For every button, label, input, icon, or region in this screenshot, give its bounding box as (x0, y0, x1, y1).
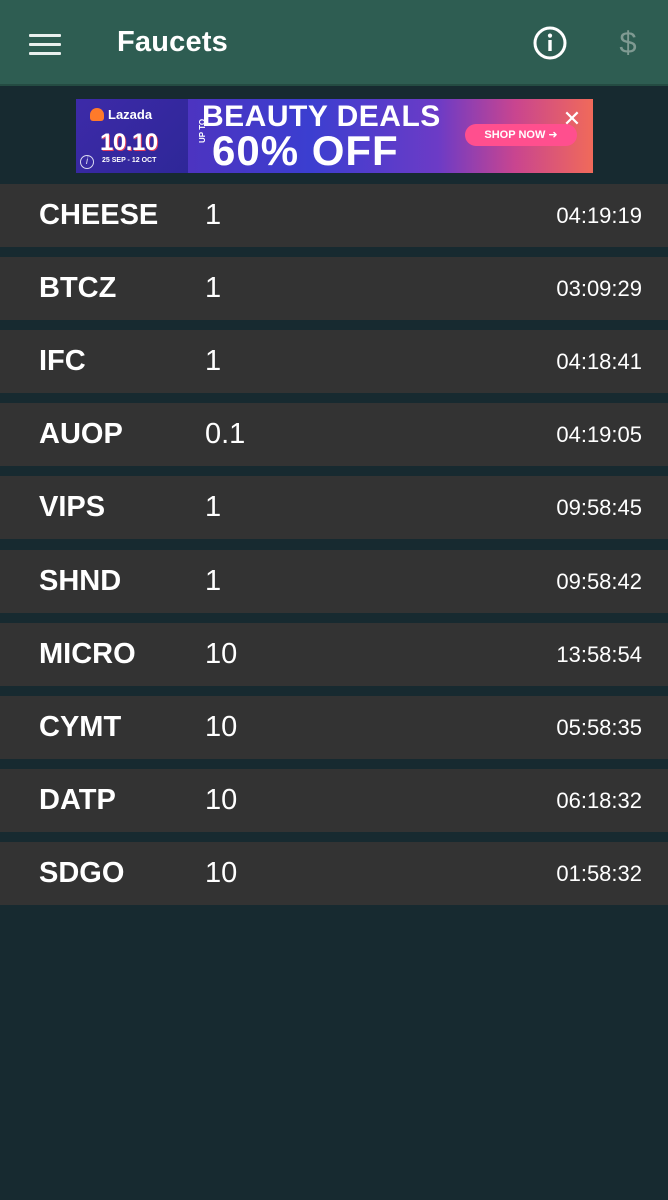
faucet-symbol: MICRO (39, 638, 136, 670)
faucet-timer: 05:58:35 (556, 715, 642, 740)
faucet-symbol: IFC (39, 345, 86, 377)
page-title: Faucets (117, 26, 228, 58)
faucet-timer: 13:58:54 (556, 642, 642, 667)
ad-event-date: 10.10 (100, 129, 158, 156)
faucet-row[interactable]: BTCZ 1 03:09:29 (0, 257, 668, 320)
ad-info-icon[interactable]: i (80, 155, 94, 169)
faucet-amount: 0.1 (205, 418, 246, 450)
menu-line (29, 33, 61, 37)
ad-close-icon[interactable]: ✕ (562, 108, 582, 130)
ad-banner[interactable]: Lazada 10.10 25 SEP - 12 OCT i BEAUTY DE… (76, 99, 593, 173)
ad-up-to: UP TO (198, 118, 207, 143)
faucet-symbol: DATP (39, 784, 116, 816)
faucet-amount: 10 (205, 857, 238, 889)
faucet-amount: 1 (205, 272, 222, 304)
faucet-symbol: VIPS (39, 491, 106, 523)
faucet-timer: 09:58:42 (556, 569, 642, 594)
ad-brand-logo: Lazada (90, 107, 152, 122)
faucet-amount: 10 (205, 711, 238, 743)
faucet-amount: 1 (205, 345, 222, 377)
dollar-icon[interactable]: $ (608, 22, 648, 64)
info-icon[interactable] (530, 23, 570, 63)
faucet-row[interactable]: AUOP 0.1 04:19:05 (0, 403, 668, 466)
faucet-symbol: CYMT (39, 711, 122, 743)
faucet-amount: 1 (205, 565, 222, 597)
faucet-row[interactable]: CHEESE 1 04:19:19 (0, 184, 668, 247)
faucet-timer: 04:19:05 (556, 422, 642, 447)
faucet-row[interactable]: IFC 1 04:18:41 (0, 330, 668, 393)
faucet-timer: 09:58:45 (556, 495, 642, 520)
faucet-symbol: CHEESE (39, 199, 159, 231)
faucet-amount: 1 (205, 491, 222, 523)
ad-date-range: 25 SEP - 12 OCT (102, 157, 157, 164)
faucets-screen: Faucets $ Lazada 10.10 25 SEP - 12 OCT i… (0, 0, 668, 1200)
faucet-row[interactable]: VIPS 1 09:58:45 (0, 476, 668, 539)
faucet-timer: 01:58:32 (556, 861, 642, 886)
faucet-amount: 10 (205, 784, 238, 816)
faucet-timer: 04:18:41 (556, 349, 642, 374)
hamburger-menu-icon[interactable] (22, 24, 68, 64)
lazada-heart-icon (90, 108, 104, 121)
faucet-amount: 10 (205, 638, 238, 670)
ad-shop-now-button[interactable]: SHOP NOW ➜ (465, 124, 577, 146)
faucet-symbol: SDGO (39, 857, 125, 889)
faucet-timer: 04:19:19 (556, 203, 642, 228)
faucet-timer: 03:09:29 (556, 276, 642, 301)
faucet-symbol: AUOP (39, 418, 123, 450)
faucet-row[interactable]: DATP 10 06:18:32 (0, 769, 668, 832)
faucet-row[interactable]: SDGO 10 01:58:32 (0, 842, 668, 905)
faucet-symbol: BTCZ (39, 272, 117, 304)
menu-line (29, 51, 61, 55)
faucet-timer: 06:18:32 (556, 788, 642, 813)
faucet-row[interactable]: CYMT 10 05:58:35 (0, 696, 668, 759)
faucet-row[interactable]: SHND 1 09:58:42 (0, 550, 668, 613)
menu-line (29, 42, 61, 46)
app-bar: Faucets $ (0, 0, 668, 86)
faucet-row[interactable]: MICRO 10 13:58:54 (0, 623, 668, 686)
faucet-symbol: SHND (39, 565, 122, 597)
ad-discount: 60% OFF (212, 127, 399, 173)
ad-brand-name: Lazada (108, 107, 153, 122)
faucet-amount: 1 (205, 199, 222, 231)
